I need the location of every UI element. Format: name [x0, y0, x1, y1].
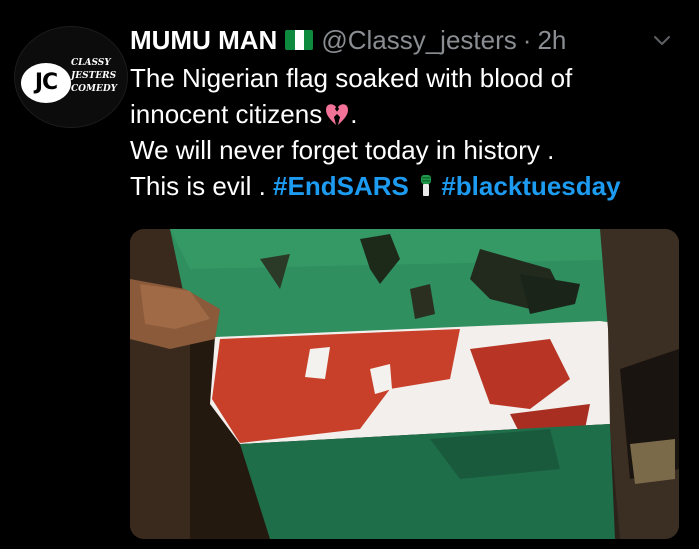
tweet-text: The Nigerian flag soaked with blood of i…	[130, 60, 690, 204]
avatar-word: COMEDY	[71, 84, 118, 94]
nigeria-flag-icon	[285, 30, 314, 50]
avatar-word: CLASSY	[71, 58, 111, 68]
raised-fist-icon	[421, 175, 432, 196]
tweet-text-line: This is evil . #EndSARS #blacktuesday	[130, 168, 690, 204]
hashtag-endsars[interactable]: #EndSARS	[273, 171, 409, 201]
avatar-wordmark: CLASSY JESTERS COMEDY	[71, 57, 117, 96]
display-name[interactable]: MUMU MAN	[130, 25, 277, 56]
separator-dot: ·	[522, 24, 532, 55]
chevron-down-icon[interactable]	[651, 29, 673, 51]
broken-heart-icon	[326, 104, 349, 125]
tweet-text-segment: This is evil .	[130, 171, 266, 201]
avatar-logo: JC	[21, 63, 71, 103]
avatar[interactable]: JC CLASSY JESTERS COMEDY	[14, 26, 128, 128]
tweet-text-line: We will never forget today in history .	[130, 135, 555, 165]
hashtag-blacktuesday[interactable]: #blacktuesday	[441, 171, 620, 201]
bloodied-flag-photo	[130, 229, 679, 539]
timestamp[interactable]: 2h	[537, 25, 566, 56]
tweet-text-line: innocent citizens.	[130, 99, 358, 129]
avatar-word: JESTERS	[71, 71, 117, 81]
user-handle[interactable]: @Classy_jesters	[321, 25, 516, 56]
tweet-text-line: The Nigerian flag soaked with blood of	[130, 63, 573, 93]
tweet-media-image[interactable]	[130, 229, 679, 539]
tweet-text-segment: innocent citizens	[130, 99, 323, 129]
tweet-header: MUMU MAN @Classy_jesters · 2h	[130, 24, 566, 56]
tweet[interactable]: JC CLASSY JESTERS COMEDY MUMU MAN @Class…	[0, 0, 699, 549]
